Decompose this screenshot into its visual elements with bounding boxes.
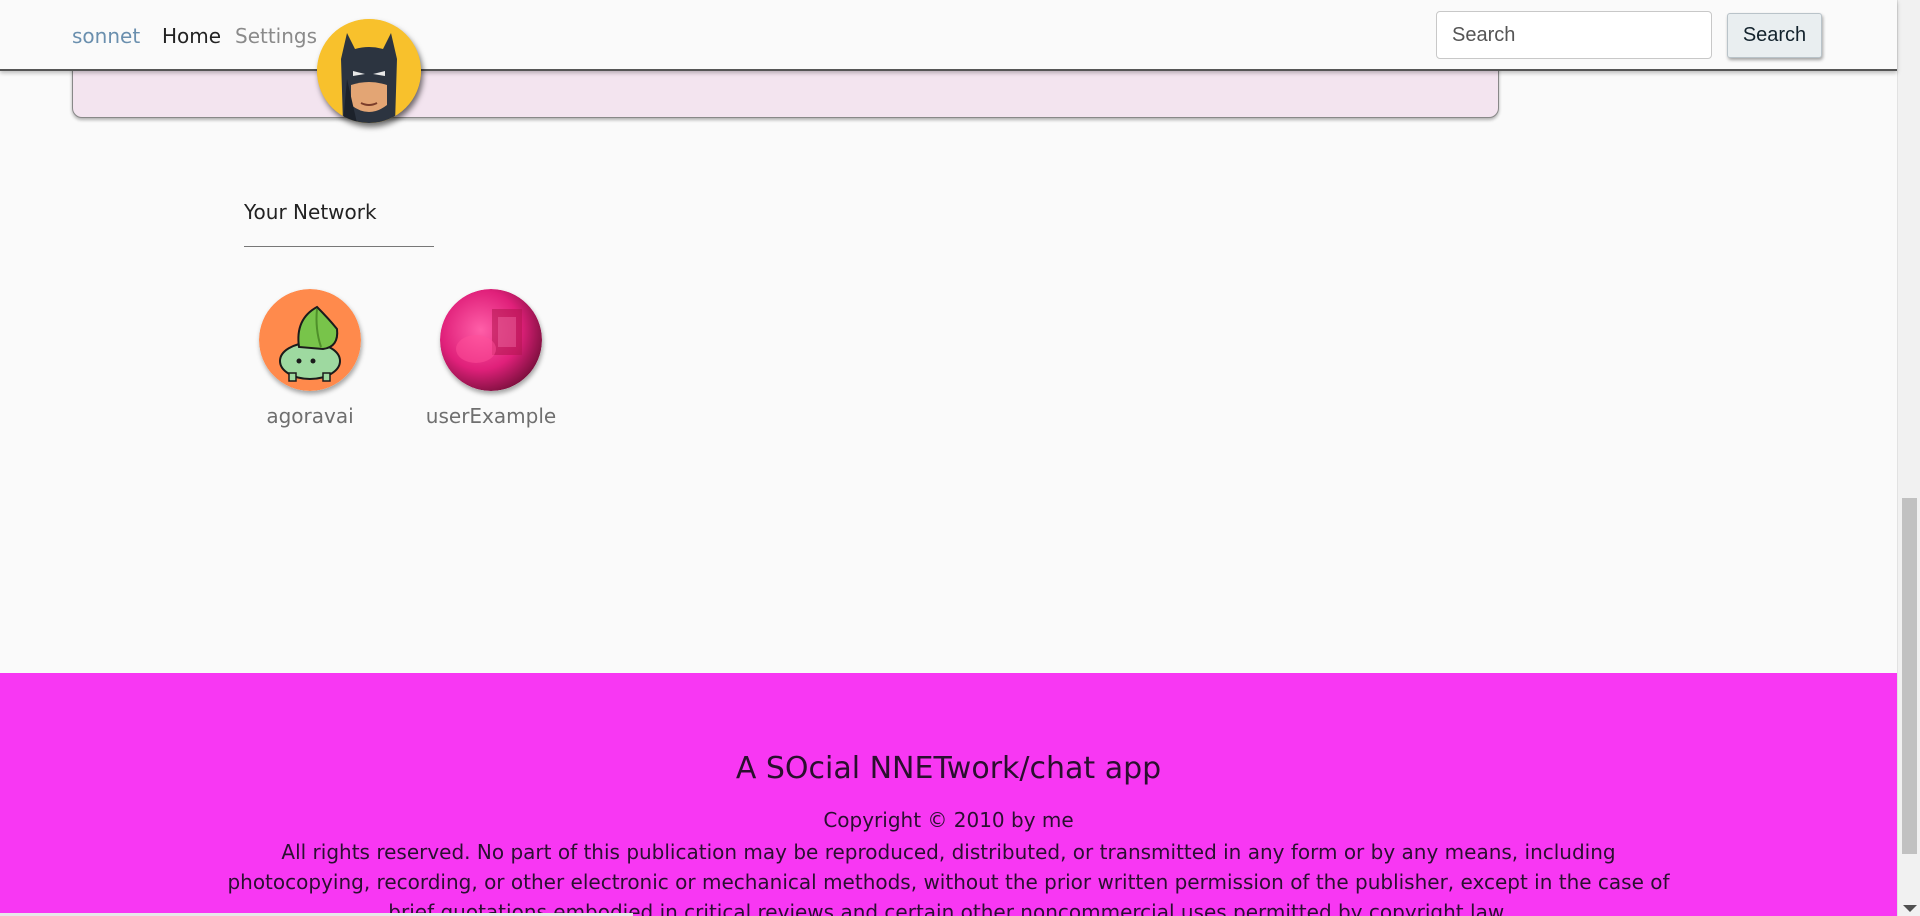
network-divider xyxy=(244,246,434,247)
friend-card-userexample[interactable]: userExample xyxy=(421,289,561,428)
batman-avatar-icon[interactable] xyxy=(317,19,421,123)
search-input[interactable] xyxy=(1436,11,1712,59)
scrollbar-thumb[interactable] xyxy=(1902,498,1917,854)
footer-copyright: Copyright © 2010 by me xyxy=(823,808,1074,832)
network-title: Your Network xyxy=(244,200,377,224)
friend-name[interactable]: agoravai xyxy=(240,404,380,428)
nav-settings-link[interactable]: Settings xyxy=(235,24,317,48)
footer-rights-text: All rights reserved. No part of this pub… xyxy=(227,840,1670,916)
scroll-down-arrow-icon[interactable] xyxy=(1903,905,1917,912)
nav-home-link[interactable]: Home xyxy=(162,24,221,48)
search-button[interactable]: Search xyxy=(1727,13,1822,58)
page-scrollbar[interactable] xyxy=(1897,0,1920,916)
brand-link[interactable]: sonnet xyxy=(72,24,140,48)
friend-card-agoravai[interactable]: agoravai xyxy=(240,289,380,428)
friend-name[interactable]: userExample xyxy=(421,404,561,428)
bulbasaur-avatar-icon[interactable] xyxy=(259,289,361,391)
footer-title: A SOcial NNETwork/chat app xyxy=(735,751,1162,786)
navbar: sonnet Home Settings Search xyxy=(0,0,1897,71)
pink-abstract-avatar-icon[interactable] xyxy=(440,289,542,391)
footer: A SOcial NNETwork/chat app Copyright © 2… xyxy=(0,673,1897,916)
